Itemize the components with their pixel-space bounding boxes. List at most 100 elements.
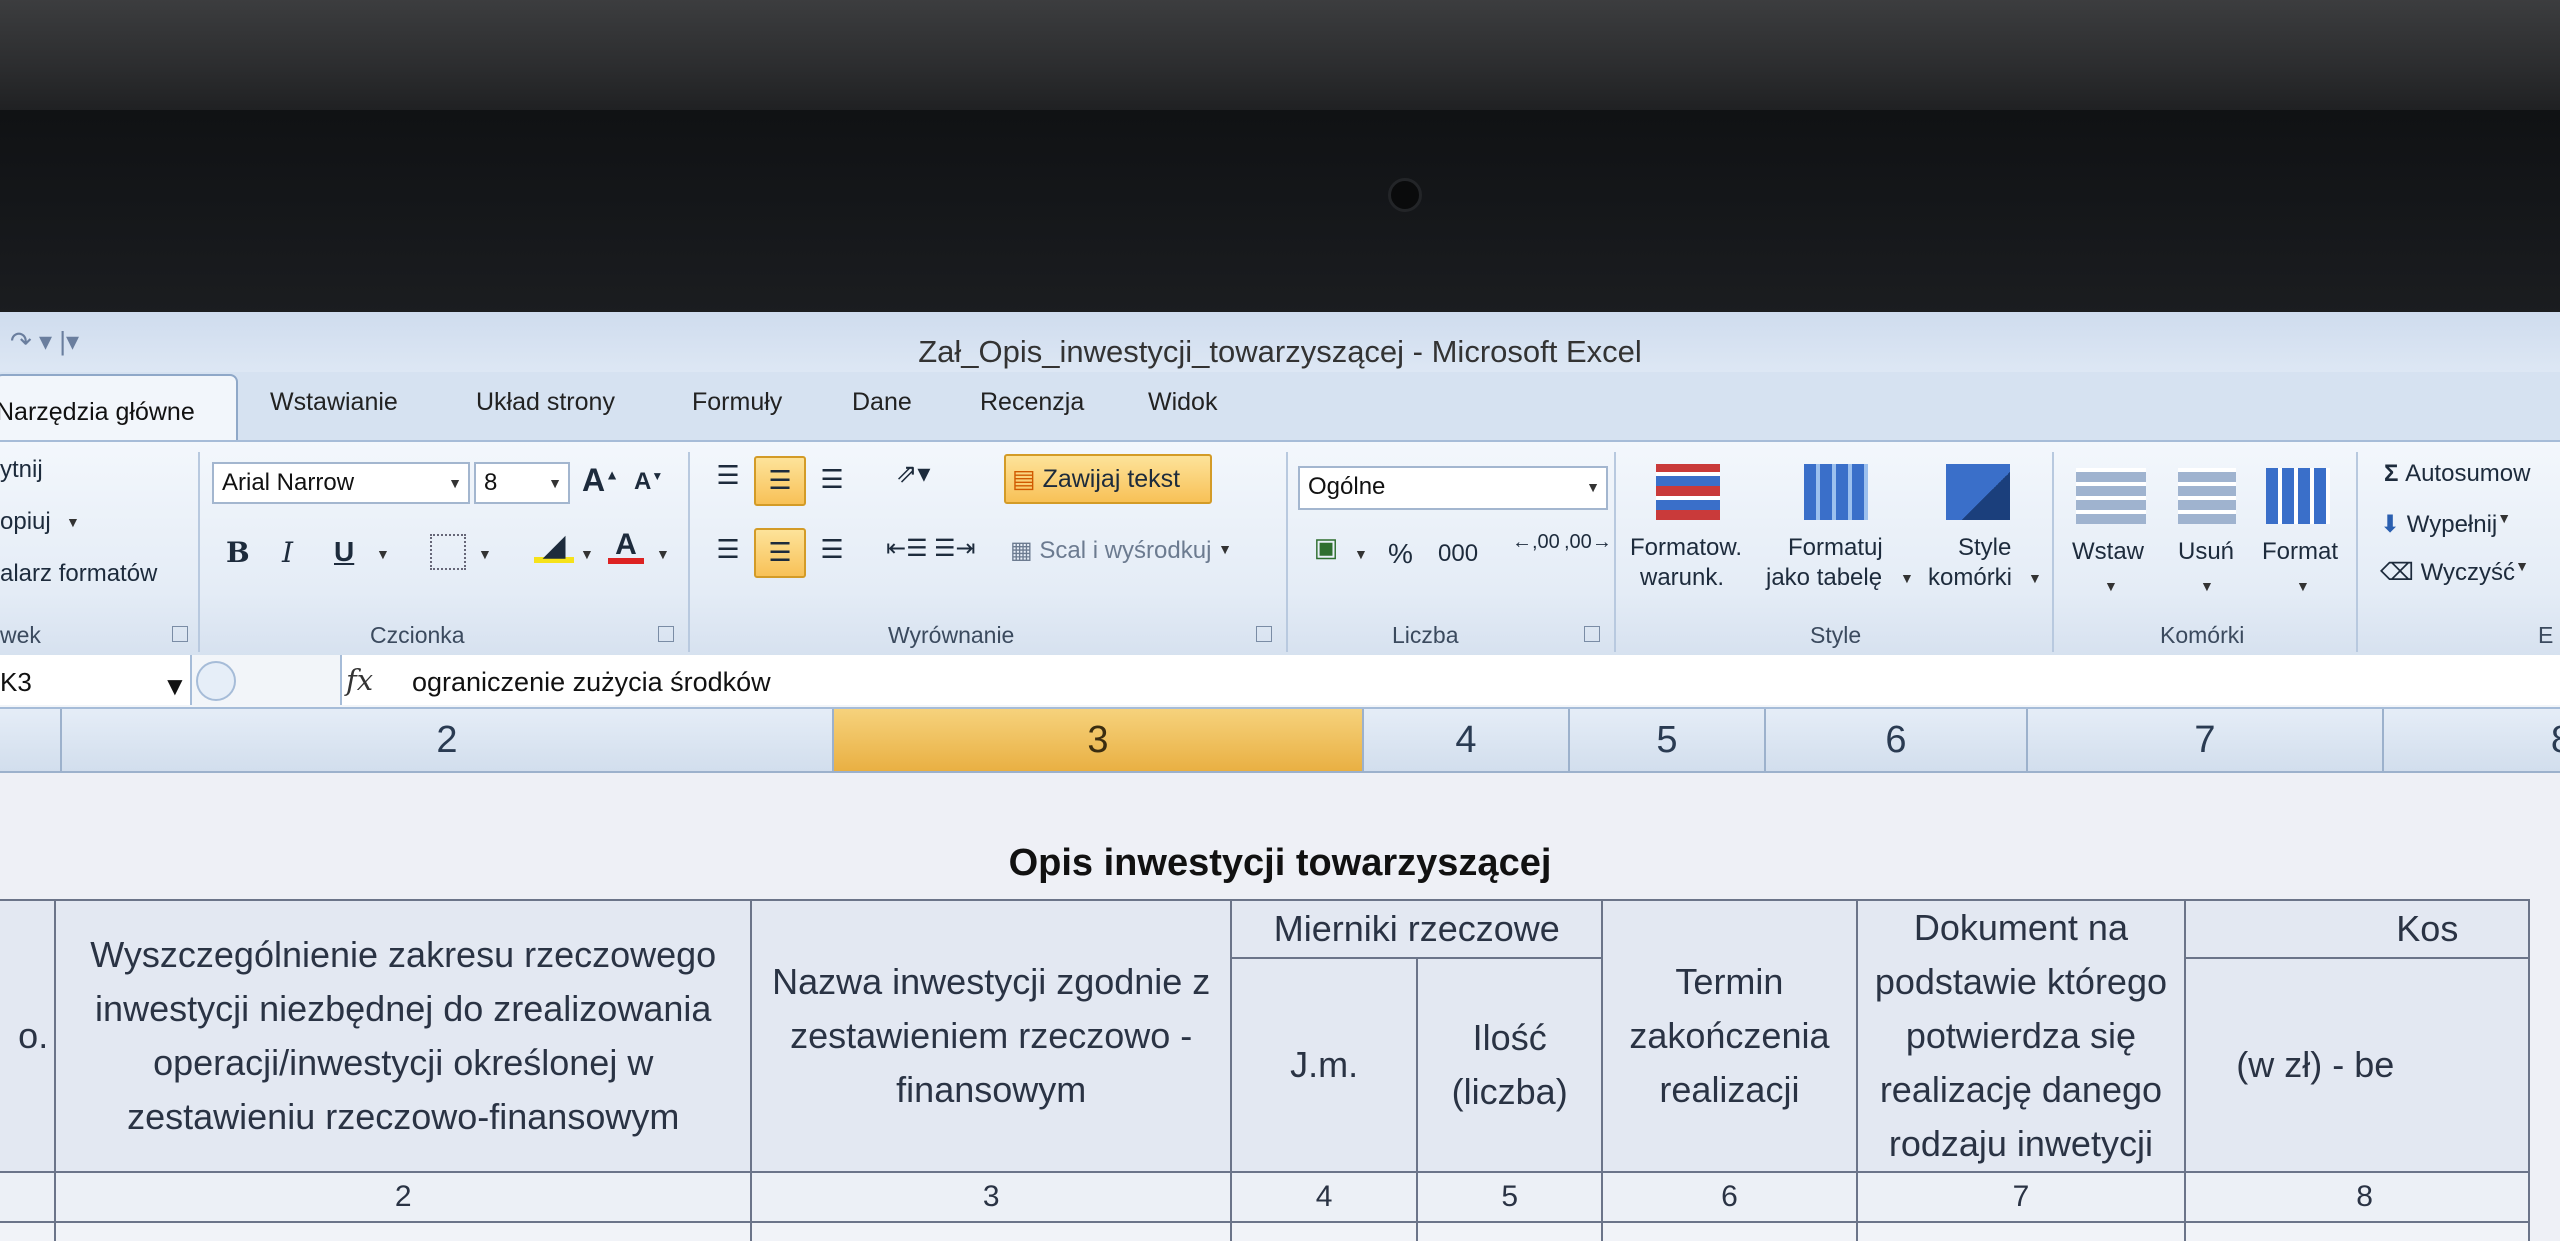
number-launcher-icon[interactable] <box>1584 626 1600 642</box>
decrease-indent-icon[interactable]: ⇤☰ <box>886 534 928 574</box>
fill-color-icon[interactable]: ◢ <box>534 528 574 572</box>
format-as-table-label[interactable]: Formatuj <box>1788 534 1883 562</box>
number-cell[interactable]: 8 <box>2184 1171 2530 1223</box>
delete-cells-icon[interactable] <box>2178 468 2236 524</box>
font-launcher-icon[interactable] <box>658 626 674 642</box>
formula-bar-resize-handle[interactable] <box>196 661 236 701</box>
header-investment-name[interactable]: Nazwa inwestycji zgodnie z zestawieniem … <box>750 899 1233 1173</box>
number-cell[interactable]: 3 <box>750 1171 1233 1223</box>
data-cell[interactable] <box>1601 1221 1858 1241</box>
header-deadline[interactable]: Termin zakończenia realizacji <box>1601 899 1858 1173</box>
header-quantity[interactable]: Ilość (liczba) <box>1416 957 1604 1173</box>
conditional-format-label[interactable]: Formatow. <box>1630 534 1742 562</box>
conditional-format-label-2[interactable]: warunk. <box>1640 564 1724 592</box>
tab-home[interactable]: Narzędzia główne <box>0 374 238 444</box>
currency-icon[interactable]: ▣ <box>1306 532 1346 572</box>
cell-styles-label[interactable]: Style <box>1958 534 2011 562</box>
copy-dropdown-icon[interactable]: ▼ <box>66 514 80 530</box>
sheet-title[interactable]: Opis inwestycji towarzyszącej <box>0 842 2560 885</box>
insert-cells-icon[interactable] <box>2076 468 2146 524</box>
align-top-icon[interactable]: ☰ <box>708 460 748 500</box>
clear-button[interactable]: ⌫ Wyczyść ▼ <box>2380 558 2529 587</box>
column-header-6[interactable]: 6 <box>1766 709 2028 771</box>
tab-formulas[interactable]: Formuły <box>692 388 782 417</box>
column-header-4[interactable]: 4 <box>1364 709 1570 771</box>
data-cell[interactable] <box>2184 1221 2530 1241</box>
data-cell[interactable] <box>0 1221 57 1241</box>
column-header-partial[interactable] <box>0 709 62 771</box>
align-center-icon[interactable]: ☰ <box>754 528 806 578</box>
grow-font-button[interactable]: A▲ <box>582 462 619 499</box>
autosum-button[interactable]: Σ Autosumow <box>2384 460 2530 488</box>
chevron-down-icon[interactable]: ▼ <box>2028 570 2042 586</box>
number-format-select[interactable]: Ogólne ▼ <box>1298 466 1608 510</box>
data-cell[interactable] <box>750 1221 1233 1241</box>
shrink-font-button[interactable]: A▼ <box>634 468 663 496</box>
header-cost[interactable]: Kos <box>2184 899 2530 959</box>
tab-insert[interactable]: Wstawianie <box>270 388 398 417</box>
fill-button[interactable]: ⬇ Wypełnij ▼ <box>2380 510 2511 539</box>
alignment-launcher-icon[interactable] <box>1256 626 1272 642</box>
number-cell[interactable]: 5 <box>1416 1171 1604 1223</box>
copy-button[interactable]: opiuj <box>0 508 51 536</box>
merge-center-button[interactable]: ▦ Scal i wyśrodkuj ▼ <box>1010 536 1232 565</box>
underline-button[interactable]: U <box>334 536 354 568</box>
format-as-table-icon[interactable] <box>1804 464 1868 520</box>
clipboard-launcher-icon[interactable] <box>172 626 188 642</box>
number-cell[interactable] <box>0 1171 57 1223</box>
currency-dropdown-icon[interactable]: ▼ <box>1354 546 1368 562</box>
column-header-7[interactable]: 7 <box>2028 709 2384 771</box>
insert-function-icon[interactable]: fx <box>346 663 373 697</box>
font-color-dropdown-icon[interactable]: ▼ <box>656 546 670 562</box>
format-as-table-label-2[interactable]: jako tabelę <box>1766 564 1882 592</box>
wrap-text-button[interactable]: ▤ Zawijaj tekst <box>1004 454 1212 504</box>
format-cells-button[interactable]: Format <box>2262 538 2338 566</box>
bold-button[interactable]: B <box>226 536 250 569</box>
tab-review[interactable]: Recenzja <box>980 388 1084 417</box>
delete-cells-button[interactable]: Usuń <box>2178 538 2234 566</box>
format-painter-button[interactable]: alarz formatów <box>0 560 157 588</box>
chevron-down-icon[interactable]: ▼ <box>2296 578 2310 594</box>
header-measures[interactable]: Mierniki rzeczowe <box>1230 899 1604 959</box>
number-cell[interactable]: 4 <box>1230 1171 1419 1223</box>
thousands-button[interactable]: 000 <box>1438 540 1478 568</box>
borders-dropdown-icon[interactable]: ▼ <box>478 546 492 562</box>
header-scope[interactable]: Wyszczególnienie zakresu rzeczowego inwe… <box>54 899 753 1173</box>
tab-page-layout[interactable]: Układ strony <box>476 388 615 417</box>
data-cell[interactable] <box>1230 1221 1419 1241</box>
align-middle-icon[interactable]: ☰ <box>754 456 806 506</box>
column-header-2[interactable]: 2 <box>62 709 834 771</box>
align-left-icon[interactable]: ☰ <box>708 534 748 574</box>
header-lp[interactable]: o. <box>0 899 57 1173</box>
underline-dropdown-icon[interactable]: ▼ <box>376 546 390 562</box>
italic-button[interactable]: I <box>282 536 293 569</box>
align-right-icon[interactable]: ☰ <box>812 534 852 574</box>
cell-styles-icon[interactable] <box>1946 464 2010 520</box>
name-box[interactable]: K3 ▼ <box>0 655 192 705</box>
decrease-decimal-button[interactable]: ,00→ <box>1564 532 1612 552</box>
chevron-down-icon[interactable]: ▼ <box>1900 570 1914 586</box>
number-cell[interactable]: 7 <box>1855 1171 2187 1223</box>
cut-button[interactable]: ytnij <box>0 456 43 484</box>
header-unit[interactable]: J.m. <box>1230 957 1419 1173</box>
cell-styles-label-2[interactable]: komórki <box>1928 564 2012 592</box>
data-cell[interactable] <box>54 1221 753 1241</box>
tab-data[interactable]: Dane <box>852 388 912 417</box>
data-cell[interactable] <box>1416 1221 1604 1241</box>
font-size-select[interactable]: 8 ▼ <box>474 462 570 504</box>
percent-button[interactable]: % <box>1388 538 1413 570</box>
header-document[interactable]: Dokument na podstawie którego potwierdza… <box>1855 899 2187 1173</box>
increase-indent-icon[interactable]: ☰⇥ <box>934 534 976 574</box>
align-bottom-icon[interactable]: ☰ <box>812 464 852 504</box>
format-cells-icon[interactable] <box>2266 468 2330 524</box>
header-cost-sub[interactable]: (w zł) - be <box>2184 957 2530 1173</box>
font-color-icon[interactable]: A <box>608 528 644 572</box>
insert-cells-button[interactable]: Wstaw <box>2072 538 2144 566</box>
column-header-3[interactable]: 3 <box>834 709 1364 771</box>
number-cell[interactable]: 2 <box>54 1171 753 1223</box>
chevron-down-icon[interactable]: ▼ <box>2200 578 2214 594</box>
fill-color-dropdown-icon[interactable]: ▼ <box>580 546 594 562</box>
number-cell[interactable]: 6 <box>1601 1171 1858 1223</box>
tab-view[interactable]: Widok <box>1148 388 1217 417</box>
borders-icon[interactable] <box>430 534 466 570</box>
